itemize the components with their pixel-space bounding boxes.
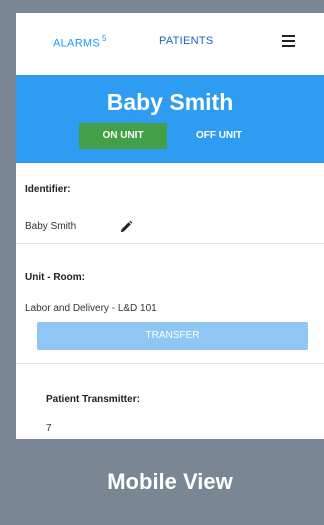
identifier-label: Identifier: (25, 184, 71, 195)
patient-header: Baby Smith ON UNIT OFF UNIT (16, 75, 324, 163)
unit-room-label: Unit - Room: (25, 272, 85, 283)
tab-alarms-label: ALARMS (53, 37, 101, 50)
tab-patients[interactable]: PATIENTS (159, 35, 214, 47)
on-unit-button[interactable]: ON UNIT (79, 123, 167, 149)
transmitter-label: Patient Transmitter: (46, 394, 140, 405)
section-divider (16, 363, 324, 364)
caption-banner: Mobile View (16, 439, 324, 525)
tab-alarms[interactable]: ALARMS 5 (53, 34, 107, 50)
hamburger-menu-icon[interactable] (282, 35, 295, 47)
transmitter-value: 7 (46, 423, 52, 434)
pencil-icon[interactable] (119, 220, 133, 234)
off-unit-button[interactable]: OFF UNIT (177, 123, 261, 149)
mobile-screen: ALARMS 5 PATIENTS Baby Smith ON UNIT OFF … (16, 13, 324, 439)
alarms-count-badge: 5 (102, 34, 107, 43)
identifier-value: Baby Smith (25, 221, 77, 232)
transfer-button[interactable]: TRANSFER (37, 322, 308, 350)
unit-room-value: Labor and Delivery - L&D 101 (25, 303, 157, 314)
patient-name-title: Baby Smith (106, 89, 234, 115)
top-navigation: ALARMS 5 PATIENTS (16, 13, 324, 75)
section-divider (16, 243, 324, 244)
